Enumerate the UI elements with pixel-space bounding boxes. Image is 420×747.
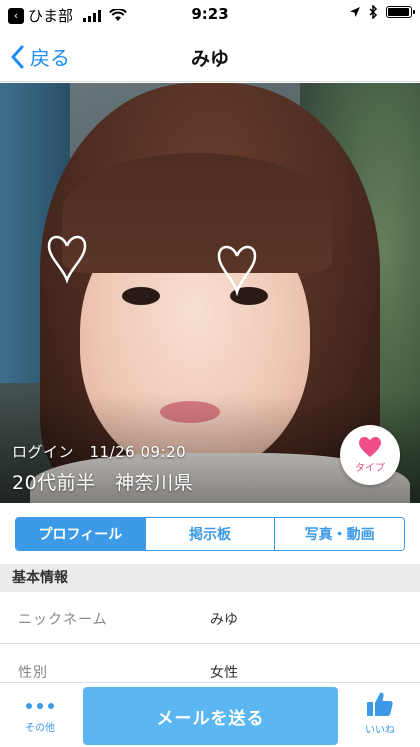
- bottom-bar: その他 メールを送る いいね: [0, 682, 420, 747]
- profile-tabs: プロフィール 掲示板 写真・動画: [15, 517, 405, 551]
- login-time: ログイン 11/26 09:20: [12, 443, 187, 461]
- type-label: タイプ: [355, 463, 385, 474]
- more-dots-icon: [26, 703, 54, 709]
- status-right: [349, 5, 415, 19]
- battery-icon: [386, 6, 415, 18]
- heart-icon: [359, 437, 381, 457]
- status-bar: ‹ ひま部 9:23: [0, 0, 420, 30]
- photo-eye: [122, 287, 160, 305]
- thumbs-up-icon: [367, 692, 393, 716]
- photo-bangs: [62, 153, 332, 273]
- other-label: その他: [25, 723, 55, 734]
- bluetooth-icon: [369, 5, 378, 19]
- age-area: 20代前半 神奈川県: [12, 472, 194, 494]
- like-label: いいね: [365, 725, 395, 736]
- info-value: 女性: [210, 665, 238, 681]
- info-label: 性別: [18, 665, 48, 681]
- info-label: ニックネーム: [18, 612, 108, 628]
- tab-board[interactable]: 掲示板: [145, 518, 276, 550]
- section-header-basic-info: 基本情報: [0, 564, 420, 592]
- like-button[interactable]: いいね: [350, 691, 410, 741]
- other-button[interactable]: その他: [10, 691, 70, 741]
- info-value: みゆ: [210, 612, 238, 628]
- page-title: みゆ: [190, 48, 229, 70]
- location-arrow-icon: [350, 7, 360, 17]
- info-row-nickname: ニックネーム みゆ: [0, 592, 420, 644]
- type-button[interactable]: タイプ: [340, 425, 400, 485]
- tab-photos-videos[interactable]: 写真・動画: [275, 518, 404, 550]
- heart-doodle-icon: [217, 245, 257, 297]
- heart-doodle-icon: [47, 235, 87, 284]
- tab-profile[interactable]: プロフィール: [16, 518, 146, 550]
- battery-fill: [388, 8, 409, 16]
- send-mail-button[interactable]: メールを送る: [83, 687, 338, 745]
- nav-bar: 戻る みゆ: [0, 30, 420, 82]
